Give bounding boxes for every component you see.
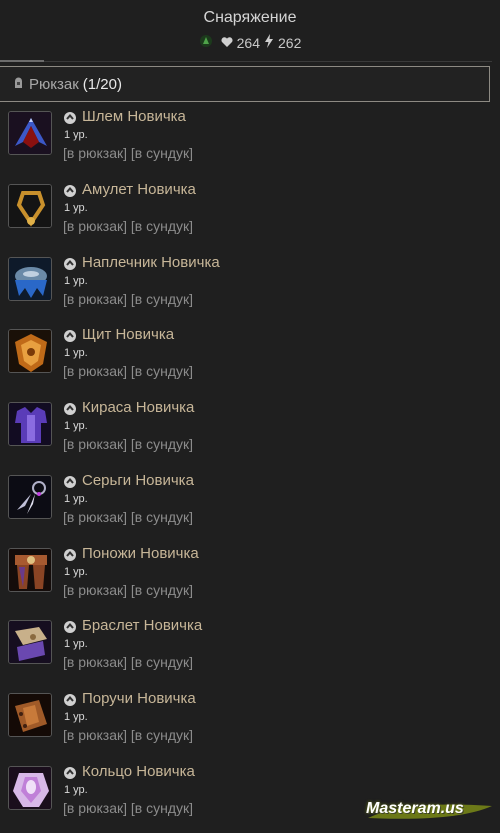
to-chest-link[interactable]: [в сундук] (131, 363, 193, 379)
item-level: 1 ур. (64, 711, 88, 723)
to-chest-link[interactable]: [в сундук] (131, 218, 193, 234)
quality-badge-icon (63, 766, 77, 780)
to-backpack-link[interactable]: [в рюкзак] (63, 363, 127, 379)
to-chest-link[interactable]: [в сундук] (131, 145, 193, 161)
quality-badge-icon (63, 693, 77, 707)
tab-indicator (0, 60, 44, 62)
header-divider (44, 61, 492, 62)
to-backpack-link[interactable]: [в рюкзак] (63, 145, 127, 161)
quality-badge-icon (63, 402, 77, 416)
backpack-section-header[interactable]: Рюкзак (1/20) (0, 66, 490, 102)
to-chest-link[interactable]: [в сундук] (131, 291, 193, 307)
item-actions: [в рюкзак] [в сундук] (63, 727, 193, 743)
to-chest-link[interactable]: [в сундук] (131, 436, 193, 452)
item-name[interactable]: Наплечник Новичка (82, 254, 220, 271)
earrings-icon[interactable] (8, 475, 52, 519)
to-backpack-link[interactable]: [в рюкзак] (63, 582, 127, 598)
character-icon (199, 34, 213, 51)
lightning-icon (264, 34, 274, 51)
list-item: Щит Новичка 1 ур. [в рюкзак] [в сундук] (0, 324, 500, 396)
health-value: 264 (236, 34, 260, 51)
to-backpack-link[interactable]: [в рюкзак] (63, 291, 127, 307)
helmet-icon[interactable] (8, 111, 52, 155)
backpack-count: (1/20) (82, 75, 122, 93)
to-backpack-link[interactable]: [в рюкзак] (63, 654, 127, 670)
list-item: Наплечник Новичка 1 ур. [в рюкзак] [в су… (0, 252, 500, 324)
item-level: 1 ур. (64, 202, 88, 214)
shoulder-icon[interactable] (8, 257, 52, 301)
energy-value: 262 (278, 34, 302, 51)
item-actions: [в рюкзак] [в сундук] (63, 509, 193, 525)
quality-badge-icon (63, 111, 77, 125)
item-actions: [в рюкзак] [в сундук] (63, 436, 193, 452)
shield-icon[interactable] (8, 329, 52, 373)
backpack-icon (12, 76, 25, 93)
item-actions: [в рюкзак] [в сундук] (63, 363, 193, 379)
to-chest-link[interactable]: [в сундук] (131, 509, 193, 525)
to-chest-link[interactable]: [в сундук] (131, 654, 193, 670)
to-backpack-link[interactable]: [в рюкзак] (63, 800, 127, 816)
item-level: 1 ур. (64, 129, 88, 141)
list-item: Поножи Новичка 1 ур. [в рюкзак] [в сунду… (0, 543, 500, 615)
leggings-icon[interactable] (8, 548, 52, 592)
heart-icon (221, 35, 233, 51)
item-level: 1 ур. (64, 638, 88, 650)
item-level: 1 ур. (64, 420, 88, 432)
equipment-header: Снаряжение 264 262 (0, 0, 500, 62)
item-name[interactable]: Поножи Новичка (82, 545, 199, 562)
item-actions: [в рюкзак] [в сундук] (63, 654, 193, 670)
list-item: Серьги Новичка 1 ур. [в рюкзак] [в сунду… (0, 470, 500, 542)
to-chest-link[interactable]: [в сундук] (131, 582, 193, 598)
item-actions: [в рюкзак] [в сундук] (63, 145, 193, 161)
cuirass-icon[interactable] (8, 402, 52, 446)
item-level: 1 ур. (64, 784, 88, 796)
item-actions: [в рюкзак] [в сундук] (63, 218, 193, 234)
item-level: 1 ур. (64, 347, 88, 359)
item-name[interactable]: Кираса Новичка (82, 399, 194, 416)
page-title: Снаряжение (203, 9, 297, 26)
to-backpack-link[interactable]: [в рюкзак] (63, 727, 127, 743)
to-chest-link[interactable]: [в сундук] (131, 727, 193, 743)
list-item: Браслет Новичка 1 ур. [в рюкзак] [в сунд… (0, 615, 500, 687)
to-chest-link[interactable]: [в сундук] (131, 800, 193, 816)
item-actions: [в рюкзак] [в сундук] (63, 582, 193, 598)
item-name[interactable]: Поручи Новичка (82, 690, 196, 707)
bracers-icon[interactable] (8, 693, 52, 737)
list-item: Кираса Новичка 1 ур. [в рюкзак] [в сунду… (0, 397, 500, 469)
quality-badge-icon (63, 329, 77, 343)
to-backpack-link[interactable]: [в рюкзак] (63, 218, 127, 234)
item-actions: [в рюкзак] [в сундук] (63, 291, 193, 307)
watermark-text: Masteram.us (366, 800, 464, 817)
quality-badge-icon (63, 184, 77, 198)
item-actions: [в рюкзак] [в сундук] (63, 800, 193, 816)
item-name[interactable]: Амулет Новичка (82, 181, 196, 198)
item-name[interactable]: Кольцо Новичка (82, 763, 195, 780)
amulet-icon[interactable] (8, 184, 52, 228)
list-item: Амулет Новичка 1 ур. [в рюкзак] [в сунду… (0, 179, 500, 251)
item-level: 1 ур. (64, 566, 88, 578)
item-name[interactable]: Серьги Новичка (82, 472, 194, 489)
watermark-logo: Masteram.us (366, 796, 494, 826)
item-level: 1 ур. (64, 493, 88, 505)
to-backpack-link[interactable]: [в рюкзак] (63, 436, 127, 452)
ring-icon[interactable] (8, 766, 52, 810)
backpack-label: Рюкзак (29, 75, 79, 93)
item-name[interactable]: Шлем Новичка (82, 108, 186, 125)
list-item: Шлем Новичка 1 ур. [в рюкзак] [в сундук] (0, 106, 500, 178)
item-name[interactable]: Браслет Новичка (82, 617, 202, 634)
to-backpack-link[interactable]: [в рюкзак] (63, 509, 127, 525)
player-stats: 264 262 (0, 34, 500, 51)
quality-badge-icon (63, 257, 77, 271)
quality-badge-icon (63, 475, 77, 489)
list-item: Поручи Новичка 1 ур. [в рюкзак] [в сунду… (0, 688, 500, 760)
quality-badge-icon (63, 548, 77, 562)
bracelet-icon[interactable] (8, 620, 52, 664)
quality-badge-icon (63, 620, 77, 634)
item-name[interactable]: Щит Новичка (82, 326, 174, 343)
item-level: 1 ур. (64, 275, 88, 287)
